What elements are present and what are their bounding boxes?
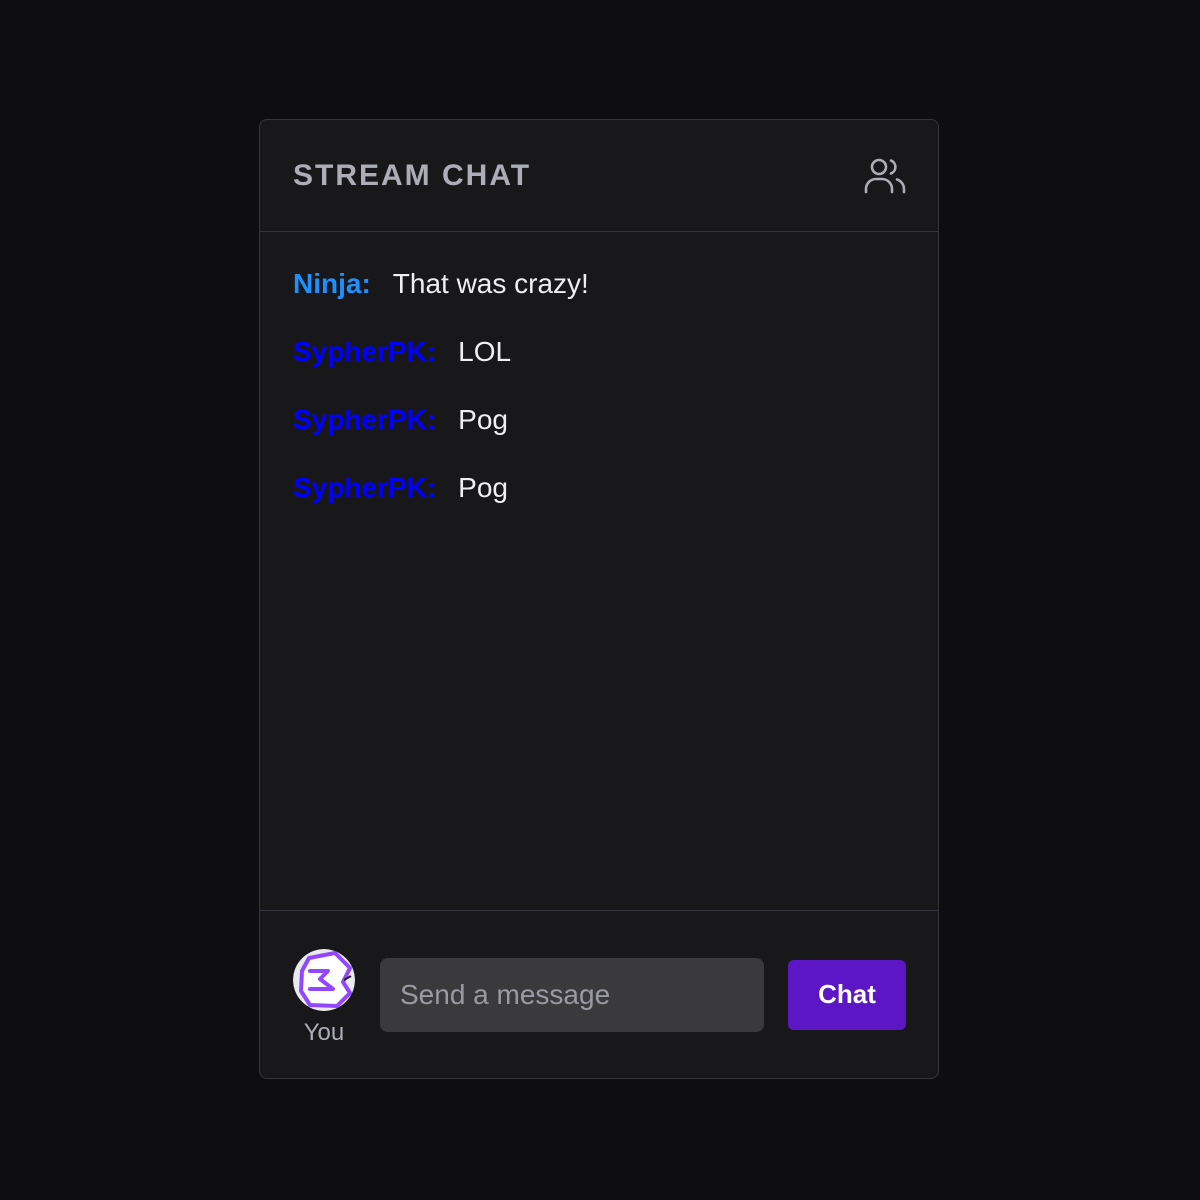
chat-message: SypherPK: Pog <box>293 470 906 506</box>
message-input[interactable] <box>380 957 764 1032</box>
chat-composer: You Chat <box>260 910 938 1078</box>
users-button[interactable] <box>864 155 906 197</box>
message-text: Pog <box>458 404 508 435</box>
chat-message: Ninja: That was crazy! <box>293 266 906 302</box>
chat-message: SypherPK: Pog <box>293 402 906 438</box>
chat-message: SypherPK: LOL <box>293 334 906 370</box>
message-text: Pog <box>458 472 508 503</box>
users-icon <box>864 158 906 193</box>
message-text: That was crazy! <box>392 268 589 299</box>
chat-header: STREAM CHAT <box>260 120 938 232</box>
current-user: You <box>293 948 355 1047</box>
chat-send-button[interactable]: Chat <box>788 959 906 1030</box>
you-label: You <box>303 1018 345 1046</box>
avatar-icon <box>293 948 355 1011</box>
message-username[interactable]: SypherPK: <box>293 404 436 435</box>
message-username[interactable]: SypherPK: <box>293 472 436 503</box>
message-username[interactable]: Ninja: <box>293 268 371 299</box>
chat-panel: STREAM CHAT Ninja: That was crazy! Sypher… <box>259 119 939 1079</box>
message-text: LOL <box>458 336 512 367</box>
message-list: Ninja: That was crazy! SypherPK: LOL Syphe… <box>260 232 938 910</box>
message-username[interactable]: SypherPK: <box>293 336 436 367</box>
chat-title: STREAM CHAT <box>293 158 532 192</box>
user-avatar[interactable] <box>293 948 355 1011</box>
